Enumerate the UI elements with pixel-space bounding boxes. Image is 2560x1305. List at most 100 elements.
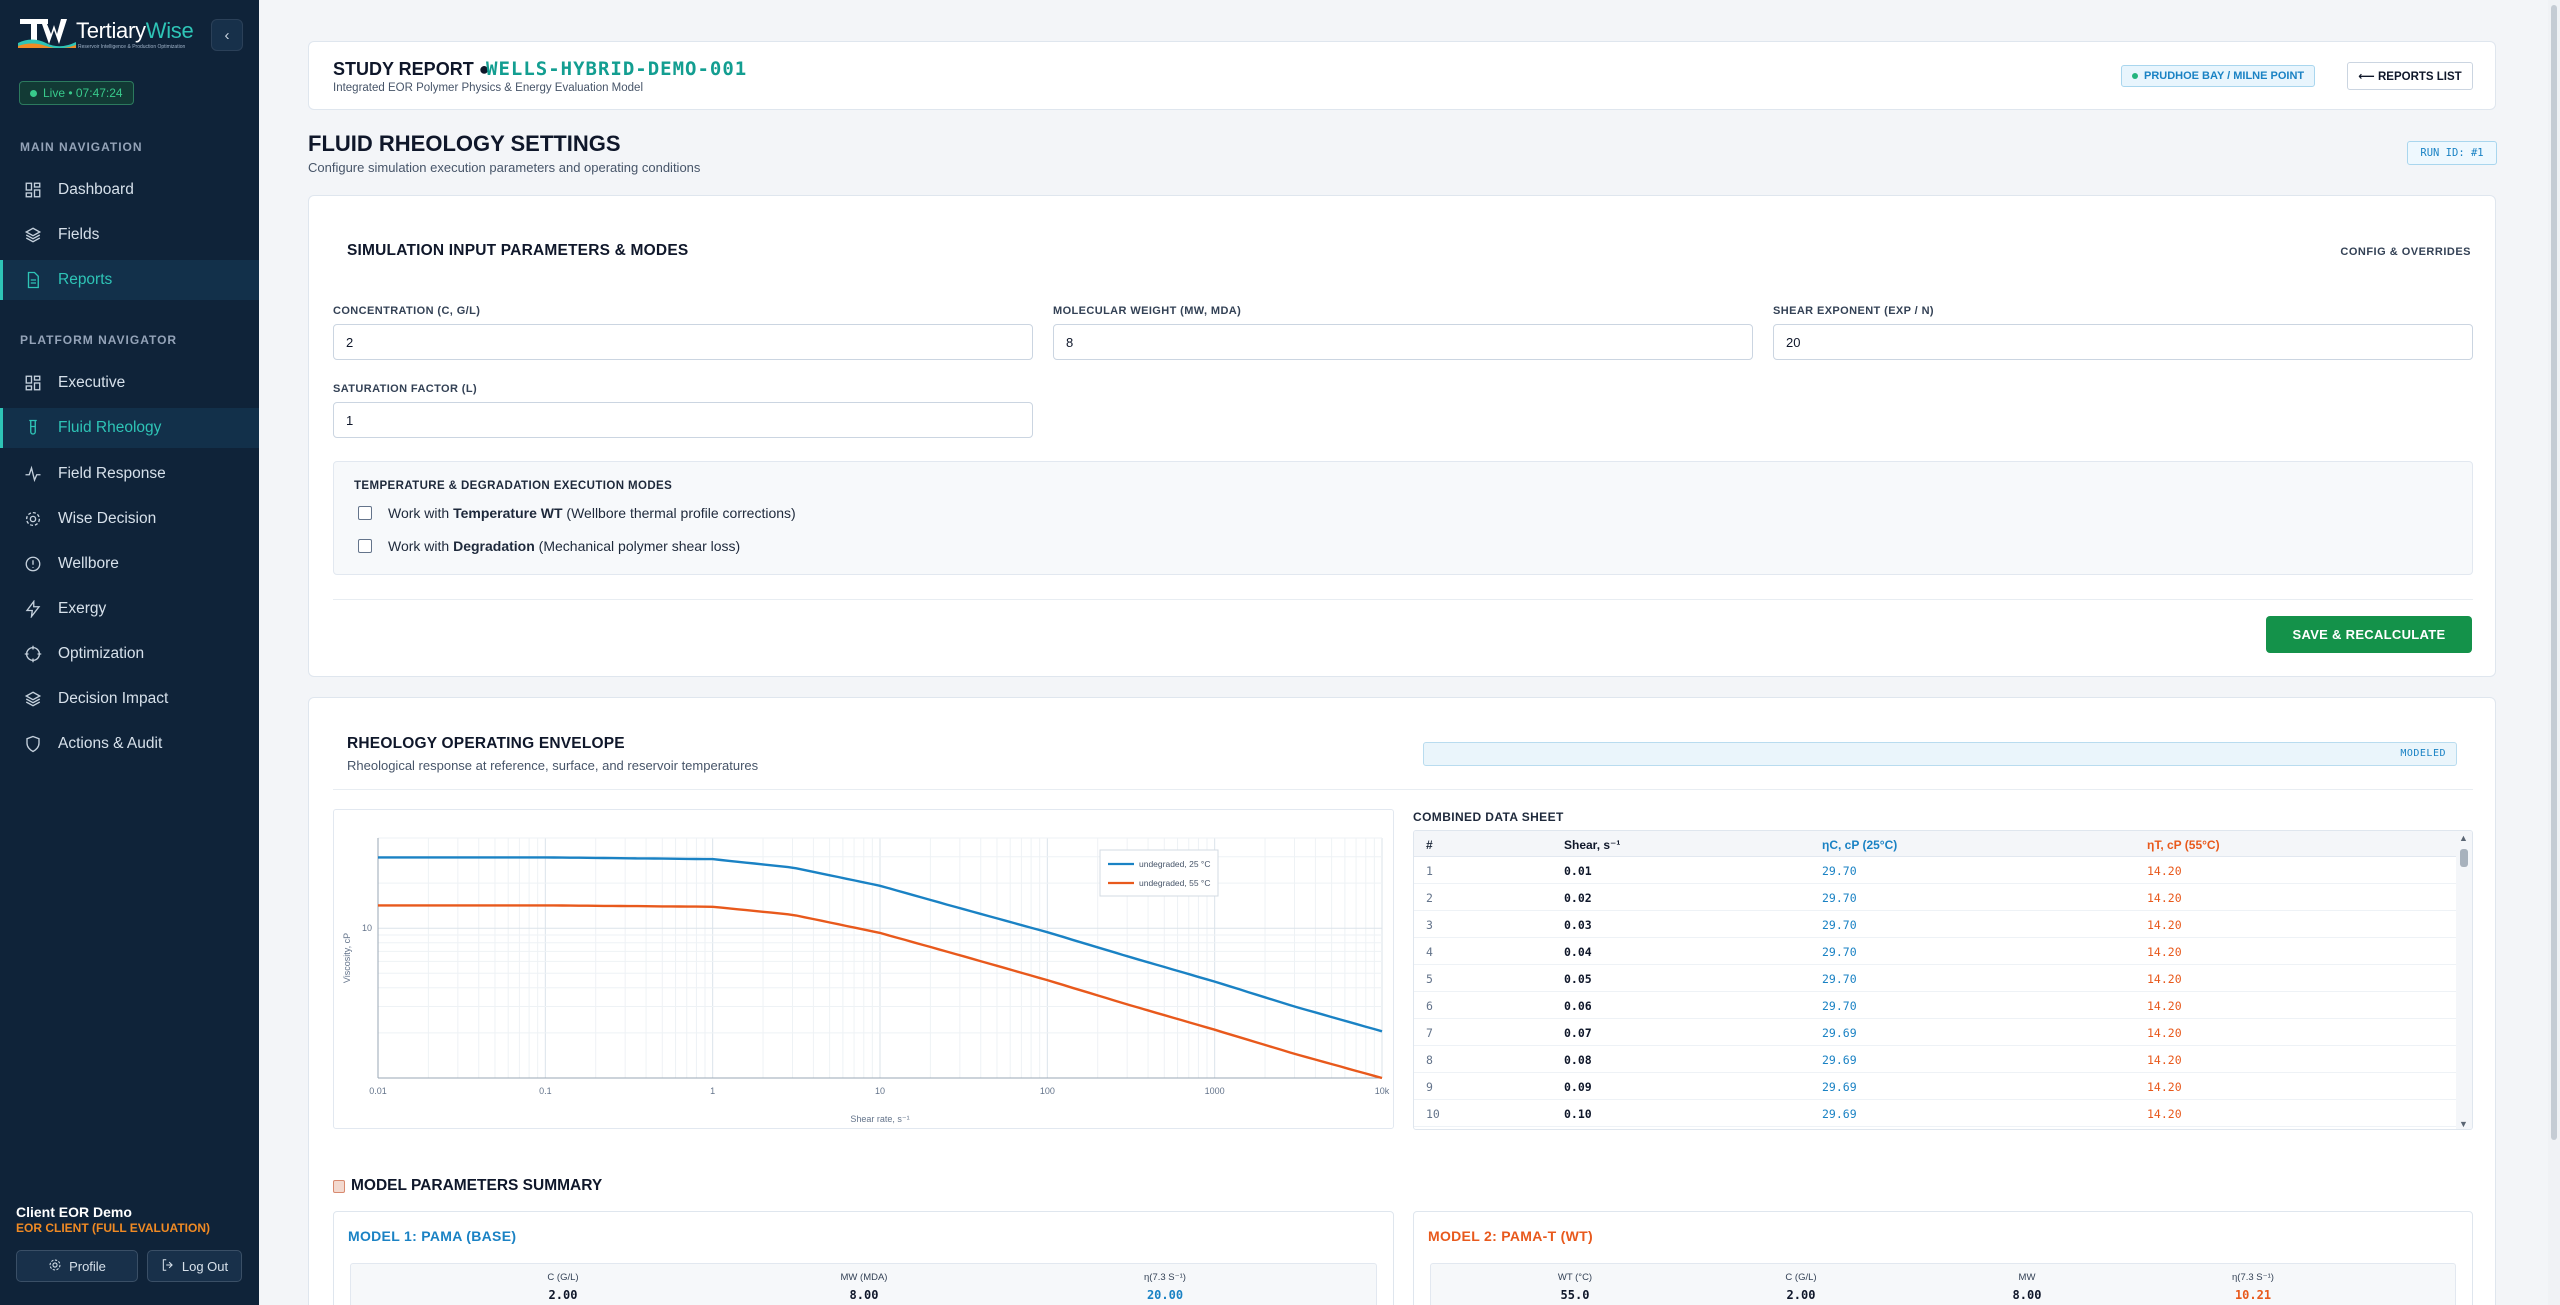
nav-wellbore[interactable]: Wellbore <box>0 544 259 584</box>
cell-eta-t: 14.20 <box>2147 1053 2182 1067</box>
temperature-checkbox[interactable] <box>358 506 372 520</box>
nav-fields[interactable]: Fields <box>0 215 259 255</box>
cell-shear: 0.02 <box>1564 891 1592 905</box>
nav-exergy[interactable]: Exergy <box>0 589 259 629</box>
layers-icon <box>22 688 44 710</box>
mode-description: (Mechanical polymer shear loss) <box>534 538 741 554</box>
cell-shear: 0.06 <box>1564 999 1592 1013</box>
page-scrollbar[interactable] <box>2548 0 2560 1305</box>
nav-label: Exergy <box>58 600 107 617</box>
save-recalculate-button[interactable]: SAVE & RECALCULATE <box>2266 616 2472 653</box>
cell-eta-c: 29.70 <box>1822 864 1857 878</box>
logout-button[interactable]: Log Out <box>147 1250 242 1282</box>
saturation-factor-input[interactable]: 1 <box>333 402 1033 438</box>
cell-index: 2 <box>1426 891 1433 905</box>
datasheet-table[interactable]: # Shear, s⁻¹ ηC, cP (25°C) ηT, cP (55°C)… <box>1413 830 2473 1130</box>
rheology-chart-svg: 0.01 0.1 1 10 100 1000 10k 10 Shear rate, s⁻¹ Vis… <box>342 837 1390 1124</box>
cell-index: 9 <box>1426 1080 1433 1094</box>
x-tick-label: 1 <box>710 1086 715 1096</box>
cell-shear: 0.10 <box>1564 1107 1592 1121</box>
cell-index: 1 <box>1426 864 1433 878</box>
nav-actions-audit[interactable]: Actions & Audit <box>0 724 259 764</box>
x-tick-label: 1000 <box>1205 1086 1225 1096</box>
cell-shear: 0.01 <box>1564 864 1592 878</box>
model-2-param: η(7.3 S⁻¹) 10.21 <box>2232 1272 2274 1302</box>
model-1-params: C (G/L) 2.00 MW (MDA) 8.00 η(7.3 S⁻¹) 20.00 <box>350 1263 1377 1305</box>
model-1-title: MODEL 1: PAMA (BASE) <box>348 1228 517 1244</box>
modeled-status-bar: MODELED <box>1423 742 2457 766</box>
shear-exponent-input[interactable]: 20 <box>1773 324 2473 360</box>
concentration-input[interactable]: 2 <box>333 324 1033 360</box>
summary-title: MODEL PARAMETERS SUMMARY <box>333 1177 602 1195</box>
modeled-label: MODELED <box>2400 748 2446 759</box>
cell-index: 4 <box>1426 945 1433 959</box>
mode-prefix: Work with <box>388 505 454 521</box>
model-2-param: MW 8.00 <box>2012 1272 2042 1302</box>
degradation-checkbox[interactable] <box>358 539 372 553</box>
model-2-params: WT (°C) 55.0 C (G/L) 2.00 MW 8.00 η(7.3 S⁻¹… <box>1430 1263 2456 1305</box>
molecular-weight-input[interactable]: 8 <box>1053 324 1753 360</box>
cell-eta-c: 29.70 <box>1822 999 1857 1013</box>
page-subtitle: Configure simulation execution parameter… <box>308 160 701 175</box>
x-tick-label: 0.1 <box>539 1086 552 1096</box>
concentration-label: CONCENTRATION (C, G/L) <box>333 305 481 317</box>
lightning-icon <box>22 598 44 620</box>
nav-executive[interactable]: Executive <box>0 363 259 403</box>
activity-icon <box>22 463 44 485</box>
scroll-up-icon[interactable]: ▲ <box>2459 833 2468 843</box>
nav-label: Field Response <box>58 465 166 482</box>
table-row: 7 0.07 29.69 14.20 <box>1414 1019 2458 1046</box>
cell-eta-t: 14.20 <box>2147 999 2182 1013</box>
cell-eta-t: 14.20 <box>2147 1107 2182 1121</box>
legend-box <box>1099 849 1219 897</box>
nav-optimization[interactable]: Optimization <box>0 634 259 674</box>
mode-name: Degradation <box>453 538 535 554</box>
table-row: 9 0.09 29.69 14.20 <box>1414 1073 2458 1100</box>
scroll-down-icon[interactable]: ▼ <box>2459 1119 2468 1129</box>
cell-shear: 0.04 <box>1564 945 1592 959</box>
study-subtitle: Integrated EOR Polymer Physics & Energy … <box>333 82 644 94</box>
reports-list-button[interactable]: ⟵ REPORTS LIST <box>2347 62 2473 90</box>
x-tick-label: 0.01 <box>369 1086 387 1096</box>
page-scroll-thumb[interactable] <box>2551 5 2557 1140</box>
x-tick-label: 10k <box>1375 1086 1390 1096</box>
nav-label: Executive <box>58 374 126 391</box>
modes-title: TEMPERATURE & DEGRADATION EXECUTION MODE… <box>354 480 673 492</box>
sidebar: TertiaryWise Reservoir Intelligence & Pr… <box>0 0 259 1305</box>
profile-button[interactable]: Profile <box>16 1250 138 1282</box>
nav-dashboard[interactable]: Dashboard <box>0 170 259 210</box>
rheology-chart: 0.01 0.1 1 10 100 1000 10k 10 Shear rate, s⁻¹ Vis… <box>333 809 1394 1129</box>
nav-wise-decision[interactable]: Wise Decision <box>0 499 259 539</box>
degradation-mode-option[interactable]: Work with Degradation (Mechanical polyme… <box>358 538 740 554</box>
nav-fluid-rheology[interactable]: Fluid Rheology <box>0 408 259 448</box>
scroll-thumb[interactable] <box>2460 849 2468 867</box>
study-label: STUDY REPORT ● <box>333 59 490 79</box>
cell-index: 10 <box>1426 1107 1440 1121</box>
x-tick-label: 100 <box>1040 1086 1055 1096</box>
nav-field-response[interactable]: Field Response <box>0 454 259 494</box>
table-row: 2 0.02 29.70 14.20 <box>1414 884 2458 911</box>
layers-icon <box>22 224 44 246</box>
run-id-badge: RUN ID: #1 <box>2407 141 2497 165</box>
info-icon <box>22 553 44 575</box>
nav-decision-impact[interactable]: Decision Impact <box>0 679 259 719</box>
datasheet-scrollbar[interactable]: ▲ ▼ <box>2456 831 2472 1129</box>
status-dot-icon <box>2132 73 2138 79</box>
cell-shear: 0.05 <box>1564 972 1592 986</box>
table-row: 3 0.03 29.70 14.20 <box>1414 911 2458 938</box>
simulation-title: SIMULATION INPUT PARAMETERS & MODES <box>347 242 689 259</box>
temperature-mode-option[interactable]: Work with Temperature WT (Wellbore therm… <box>358 505 796 521</box>
nav-label: Wellbore <box>58 555 119 572</box>
app-logo[interactable]: TertiaryWise Reservoir Intelligence & Pr… <box>18 16 194 50</box>
model-2-param: C (G/L) 2.00 <box>1785 1272 1817 1302</box>
collapse-sidebar-button[interactable]: ‹ <box>211 19 243 51</box>
nav-label: Fields <box>58 226 100 243</box>
nav-label: Actions & Audit <box>58 735 163 752</box>
model-1-param: η(7.3 S⁻¹) 20.00 <box>1144 1272 1186 1302</box>
main-nav-title: MAIN NAVIGATION <box>20 140 143 154</box>
cell-index: 7 <box>1426 1026 1433 1040</box>
nav-reports[interactable]: Reports <box>0 260 259 300</box>
cell-eta-c: 29.70 <box>1822 891 1857 905</box>
legend-label: undegraded, 55 °C <box>1139 878 1210 888</box>
y-axis-label: Viscosity, cP <box>342 933 352 983</box>
